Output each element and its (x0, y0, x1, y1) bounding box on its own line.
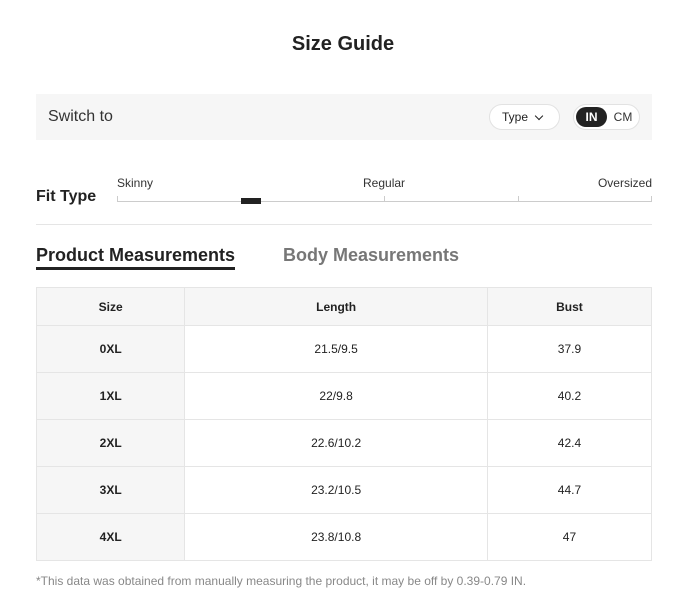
fit-option-oversized: Oversized (597, 176, 652, 190)
bust-cell: 44.7 (486, 466, 653, 514)
fit-scale-tick (518, 196, 519, 202)
length-cell: 23.8/10.8 (184, 513, 488, 561)
bust-cell: 40.2 (486, 372, 653, 420)
tab-body-measurements[interactable]: Body Measurements (283, 245, 459, 266)
header-bust: Bust (486, 287, 653, 326)
size-cell: 1XL (35, 372, 186, 420)
unit-in-button[interactable]: IN (576, 107, 607, 127)
table-row: 3XL 23.2/10.5 44.7 (35, 466, 653, 514)
measurement-footnote: *This data was obtained from manually me… (36, 574, 527, 588)
fit-scale-tick (117, 196, 118, 202)
size-cell: 3XL (35, 466, 186, 514)
size-cell: 4XL (35, 513, 186, 561)
header-length: Length (184, 287, 488, 326)
size-table: Size Length Bust 0XL 21.5/9.5 37.9 1XL 2… (35, 287, 653, 561)
unit-toggle: IN CM (573, 104, 640, 130)
table-row: 4XL 23.8/10.8 47 (35, 513, 653, 561)
size-cell: 2XL (35, 419, 186, 467)
table-header-row: Size Length Bust (35, 287, 653, 326)
bust-cell: 42.4 (486, 419, 653, 467)
type-dropdown[interactable]: Type (489, 104, 560, 130)
fit-type-label: Fit Type (36, 188, 97, 205)
header-size: Size (35, 287, 186, 326)
table-row: 1XL 22/9.8 40.2 (35, 372, 653, 420)
table-row: 0XL 21.5/9.5 37.9 (35, 325, 653, 373)
fit-scale-tick (384, 196, 385, 202)
fit-option-regular: Regular (363, 176, 406, 190)
active-tab-underline (36, 267, 235, 270)
fit-scale-tick (651, 196, 652, 202)
bust-cell: 47 (486, 513, 653, 561)
table-row: 2XL 22.6/10.2 42.4 (35, 419, 653, 467)
page-title: Size Guide (291, 33, 395, 55)
type-dropdown-label: Type (502, 110, 529, 124)
length-cell: 23.2/10.5 (184, 466, 488, 514)
length-cell: 22.6/10.2 (184, 419, 488, 467)
size-cell: 0XL (35, 325, 186, 373)
fit-option-skinny: Skinny (117, 176, 154, 190)
unit-cm-button[interactable]: CM (608, 107, 638, 127)
tab-product-measurements[interactable]: Product Measurements (36, 245, 235, 266)
bust-cell: 37.9 (486, 325, 653, 373)
length-cell: 21.5/9.5 (184, 325, 488, 373)
fit-scale-marker (240, 198, 261, 204)
section-divider (36, 224, 652, 225)
length-cell: 22/9.8 (184, 372, 488, 420)
chevron-down-icon (534, 111, 544, 120)
switch-to-label: Switch to (48, 108, 113, 125)
unit-switch-bar: Switch to Type IN CM (36, 94, 652, 140)
